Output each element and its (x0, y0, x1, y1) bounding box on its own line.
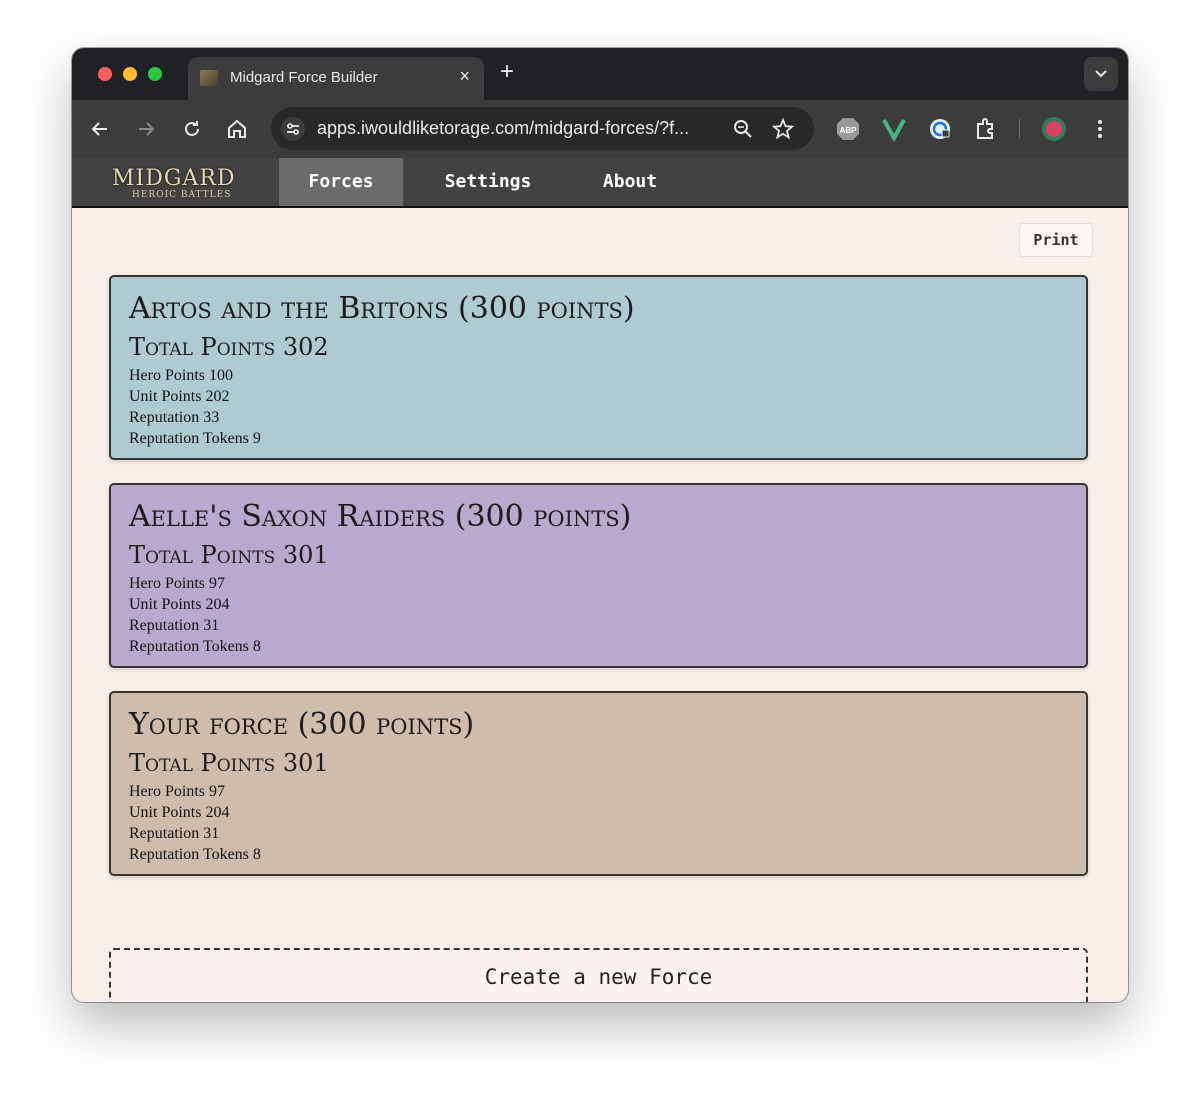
reload-icon[interactable] (180, 117, 204, 141)
profile-avatar-icon[interactable] (1041, 116, 1067, 142)
unit-points: Unit Points 202 (129, 388, 230, 405)
browser-tab[interactable]: Midgard Force Builder × (188, 57, 484, 100)
app-navbar: MIDGARD HEROIC BATTLES Forces Settings A… (72, 158, 1128, 208)
reputation: Reputation 31 (129, 825, 220, 842)
reputation-tokens: Reputation Tokens 8 (129, 846, 261, 863)
tab-strip: Midgard Force Builder × + (72, 48, 1128, 100)
forward-arrow-icon[interactable] (134, 117, 158, 141)
new-tab-button[interactable]: + (500, 60, 514, 84)
force-stats: Hero Points 97 Unit Points 204 Reputatio… (129, 573, 261, 657)
force-title: Your force (300 points) (129, 707, 475, 742)
nav-about[interactable]: About (577, 158, 683, 206)
force-stats: Hero Points 100 Unit Points 202 Reputati… (129, 365, 261, 449)
vue-devtools-icon[interactable] (881, 116, 907, 142)
more-menu-icon[interactable] (1087, 116, 1113, 142)
reputation: Reputation 33 (129, 409, 220, 426)
hero-points: Hero Points 97 (129, 783, 225, 800)
extensions-puzzle-icon[interactable] (973, 116, 999, 142)
site-settings-icon[interactable] (281, 117, 305, 141)
browser-toolbar: apps.iwouldliketorage.com/midgard-forces… (72, 100, 1128, 158)
tab-search-button[interactable] (1084, 57, 1118, 91)
tab-title: Midgard Force Builder (230, 69, 378, 86)
zoom-icon[interactable] (731, 117, 755, 141)
force-total-points: Total Points 302 (129, 333, 329, 361)
browser-window: Midgard Force Builder × + apps.iwouldlik… (72, 48, 1128, 1002)
tab-close-icon[interactable]: × (459, 66, 470, 87)
force-card-1[interactable]: Aelle's Saxon Raiders (300 points) Total… (109, 483, 1088, 668)
reputation: Reputation 31 (129, 617, 220, 634)
chevron-down-icon (1095, 70, 1107, 78)
reputation-tokens: Reputation Tokens 8 (129, 638, 261, 655)
url-text[interactable]: apps.iwouldliketorage.com/midgard-forces… (317, 118, 689, 139)
favicon-icon (200, 70, 218, 86)
create-force-button[interactable]: Create a new Force (109, 948, 1088, 1002)
hero-points: Hero Points 97 (129, 575, 225, 592)
password-extension-icon[interactable] (927, 116, 953, 142)
close-window-button[interactable] (98, 67, 112, 81)
unit-points: Unit Points 204 (129, 804, 230, 821)
nav-settings[interactable]: Settings (417, 158, 559, 206)
bookmark-star-icon[interactable] (771, 117, 795, 141)
force-stats: Hero Points 97 Unit Points 204 Reputatio… (129, 781, 261, 865)
unit-points: Unit Points 204 (129, 596, 230, 613)
force-card-2[interactable]: Your force (300 points) Total Points 301… (109, 691, 1088, 876)
home-icon[interactable] (225, 117, 249, 141)
adblock-icon[interactable]: ABP (835, 116, 861, 142)
force-title: Aelle's Saxon Raiders (300 points) (129, 499, 632, 534)
force-title: Artos and the Britons (300 points) (129, 291, 635, 326)
print-button[interactable]: Print (1019, 223, 1093, 257)
back-arrow-icon[interactable] (88, 117, 112, 141)
svg-text:ABP: ABP (840, 126, 858, 135)
force-total-points: Total Points 301 (129, 541, 329, 569)
forces-page: Print Artos and the Britons (300 points)… (72, 208, 1128, 1002)
force-card-0[interactable]: Artos and the Britons (300 points) Total… (109, 275, 1088, 460)
toolbar-divider (1019, 119, 1020, 139)
hero-points: Hero Points 100 (129, 367, 233, 384)
logo-subtitle: HEROIC BATTLES (132, 190, 232, 200)
minimize-window-button[interactable] (123, 67, 137, 81)
reputation-tokens: Reputation Tokens 9 (129, 430, 261, 447)
logo-text: MIDGARD (112, 166, 236, 191)
nav-forces[interactable]: Forces (279, 158, 403, 206)
address-bar[interactable]: apps.iwouldliketorage.com/midgard-forces… (271, 107, 814, 150)
midgard-logo[interactable]: MIDGARD HEROIC BATTLES (98, 164, 242, 200)
force-total-points: Total Points 301 (129, 749, 329, 777)
maximize-window-button[interactable] (148, 67, 162, 81)
